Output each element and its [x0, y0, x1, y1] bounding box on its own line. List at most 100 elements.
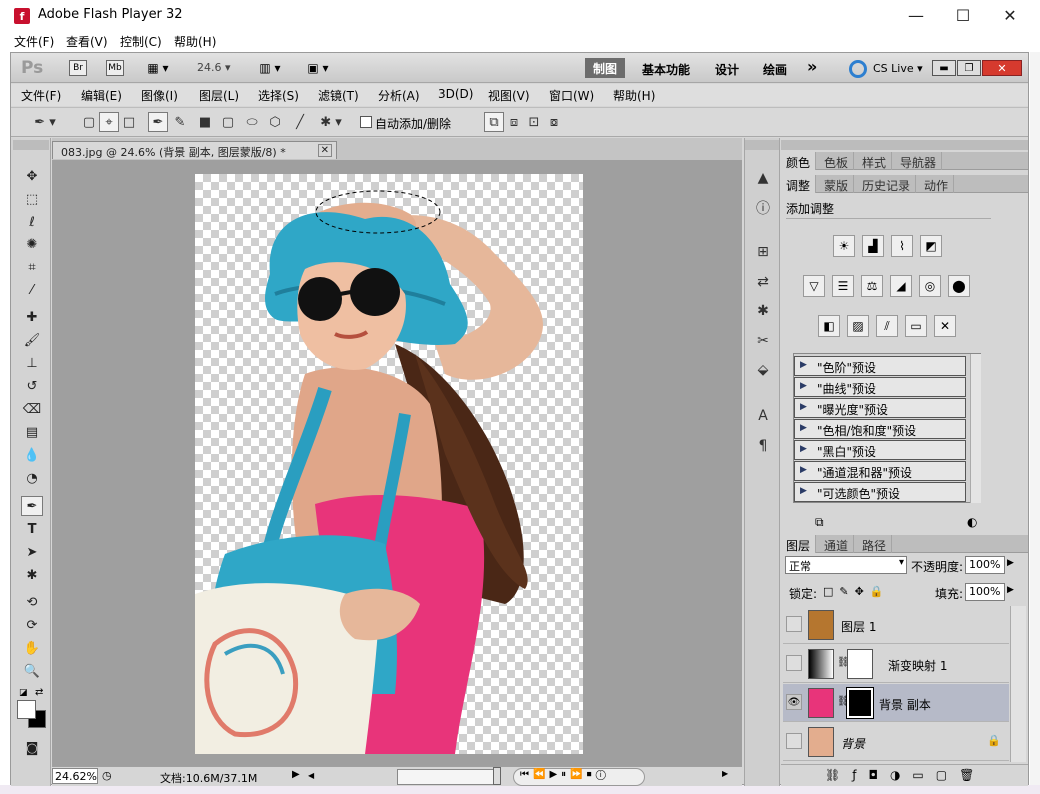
- healing-brush-tool-icon[interactable]: ✚: [21, 307, 43, 327]
- menu-analysis[interactable]: 分析(A): [378, 87, 420, 104]
- ps-minimize-button[interactable]: ▬: [932, 60, 956, 76]
- custom-shape-icon[interactable]: ✱ ▾: [314, 112, 348, 132]
- maximize-button[interactable]: ☐: [945, 4, 981, 26]
- paragraph-panel-icon[interactable]: ¶: [753, 436, 773, 456]
- tab-masks[interactable]: 蒙版: [819, 175, 855, 193]
- close-tab-icon[interactable]: ✕: [317, 144, 332, 157]
- rounded-rectangle-icon[interactable]: ▢: [218, 112, 238, 132]
- tab-adjustments[interactable]: 调整: [781, 175, 817, 193]
- shape-tool-icon[interactable]: ✱: [21, 565, 43, 585]
- levels-icon[interactable]: ▟: [862, 235, 884, 257]
- threshold-icon[interactable]: ⫽: [876, 315, 898, 337]
- gradient-map-icon[interactable]: ▭: [905, 315, 927, 337]
- polygon-shape-icon[interactable]: ⬡: [265, 112, 285, 132]
- path-combine-add-icon[interactable]: ⧉: [484, 112, 504, 132]
- tab-layers[interactable]: 图层: [781, 535, 817, 553]
- photo-filter-icon[interactable]: ◎: [919, 275, 941, 297]
- flash-playback-controls[interactable]: ⏮⏪▶⏸⏩⏹ⓘ: [513, 768, 645, 786]
- histogram-icon[interactable]: ▲: [753, 168, 773, 188]
- status-menu-arrow[interactable]: ▶: [292, 769, 300, 780]
- preset-channel-mixer[interactable]: "通道混和器"预设: [794, 461, 966, 481]
- path-intersect-icon[interactable]: ⊡: [524, 112, 544, 132]
- workspace-painting[interactable]: 绘画: [763, 61, 787, 78]
- workspace-essentials[interactable]: 基本功能: [642, 61, 690, 78]
- menu-image[interactable]: 图像(I): [141, 87, 178, 104]
- view-extras-dropdown[interactable]: ▦ ▾: [141, 60, 175, 76]
- move-tool-icon[interactable]: ✥: [21, 166, 43, 186]
- swap-colors-icon[interactable]: ⇄: [35, 687, 43, 698]
- default-colors-icon[interactable]: ◪: [19, 688, 28, 698]
- lock-icons[interactable]: □✎✥🔒: [823, 585, 890, 598]
- preset-exposure[interactable]: "曝光度"预设: [794, 398, 966, 418]
- document-tab[interactable]: 083.jpg @ 24.6% (背景 副本, 图层蒙版/8) * ✕: [52, 141, 337, 159]
- return-to-adjustment-list-icon[interactable]: ⧉: [815, 515, 824, 530]
- curves-icon[interactable]: ⌇: [891, 235, 913, 257]
- presets-scrollbar[interactable]: [970, 354, 981, 503]
- visibility-toggle[interactable]: [786, 655, 802, 671]
- lasso-tool-icon[interactable]: ℓ: [21, 212, 43, 232]
- brushes-icon[interactable]: ✱: [753, 301, 773, 321]
- scroll-left-arrow[interactable]: ◀: [308, 771, 320, 783]
- fill-slider-arrow[interactable]: ▶: [1007, 585, 1014, 595]
- menu-file[interactable]: 文件(F): [21, 87, 61, 104]
- arrange-documents-dropdown[interactable]: ▥ ▾: [253, 60, 287, 76]
- path-selection-tool-icon[interactable]: ➤: [21, 542, 43, 562]
- visibility-toggle[interactable]: [786, 733, 802, 749]
- crop-tool-icon[interactable]: ⌗: [21, 257, 43, 277]
- posterize-icon[interactable]: ▨: [847, 315, 869, 337]
- tab-history[interactable]: 历史记录: [857, 175, 917, 193]
- workspace-drawing[interactable]: 制图: [585, 58, 625, 78]
- path-subtract-icon[interactable]: ⧈: [504, 112, 524, 132]
- workspace-design[interactable]: 设计: [715, 61, 739, 78]
- brush-tool-icon[interactable]: 🖌: [21, 330, 43, 350]
- dodge-tool-icon[interactable]: ◔: [21, 468, 43, 488]
- eye-icon[interactable]: 👁: [786, 694, 802, 710]
- screen-mode-dropdown[interactable]: ▣ ▾: [301, 60, 335, 76]
- layer-row[interactable]: ⛓ 渐变映射 1: [783, 645, 1009, 683]
- preset-selective-color[interactable]: "可选颜色"预设: [794, 482, 966, 502]
- close-button[interactable]: ✕: [992, 4, 1028, 26]
- opacity-slider-arrow[interactable]: ▶: [1007, 558, 1014, 568]
- flash-menu-view[interactable]: 查看(V): [66, 33, 108, 50]
- zoom-percentage-field[interactable]: 24.62%: [52, 768, 98, 784]
- image-canvas[interactable]: [195, 174, 583, 754]
- layer-row[interactable]: 图层 1: [783, 606, 1009, 644]
- preset-curves[interactable]: "曲线"预设: [794, 377, 966, 397]
- shape-layers-icon[interactable]: ▢: [79, 112, 99, 132]
- layers-footer-buttons[interactable]: ⛓ƒ◘◑▭▢🗑: [781, 764, 1028, 786]
- tab-paths[interactable]: 路径: [857, 535, 893, 553]
- mini-bridge-button[interactable]: Mb: [106, 60, 124, 76]
- layer-row[interactable]: 背景 🔒: [783, 723, 1009, 761]
- preset-hue-saturation[interactable]: "色相/饱和度"预设: [794, 419, 966, 439]
- visibility-toggle[interactable]: [786, 616, 802, 632]
- tab-navigator[interactable]: 导航器: [895, 152, 943, 170]
- menu-filter[interactable]: 滤镜(T): [318, 87, 359, 104]
- minimize-button[interactable]: —: [898, 4, 934, 26]
- menu-layer[interactable]: 图层(L): [199, 87, 239, 104]
- invert-icon[interactable]: ◧: [818, 315, 840, 337]
- tab-actions[interactable]: 动作: [919, 175, 955, 193]
- flash-menu-help[interactable]: 帮助(H): [174, 33, 216, 50]
- paths-mode-icon[interactable]: ⌖: [99, 112, 119, 132]
- exposure-icon[interactable]: ◩: [920, 235, 942, 257]
- path-exclude-icon[interactable]: ⧇: [544, 112, 564, 132]
- brightness-contrast-icon[interactable]: ☀: [833, 235, 855, 257]
- tool-preset-picker[interactable]: ✒ ▾: [27, 112, 63, 132]
- layers-scrollbar[interactable]: [1010, 606, 1026, 762]
- quick-mask-icon[interactable]: ◙: [21, 738, 43, 758]
- freeform-pen-option-icon[interactable]: ✎: [170, 112, 190, 132]
- cs-live-menu[interactable]: CS Live ▾: [873, 62, 923, 75]
- more-workspaces-button[interactable]: »: [807, 57, 817, 76]
- foreground-color-swatch[interactable]: [17, 700, 36, 719]
- pen-tool-icon[interactable]: ✒: [21, 496, 43, 516]
- character-panel-icon[interactable]: A: [753, 406, 773, 426]
- eraser-tool-icon[interactable]: ⌫: [21, 399, 43, 419]
- color-balance-icon[interactable]: ⚖: [861, 275, 883, 297]
- flash-menu-control[interactable]: 控制(C): [120, 33, 162, 50]
- layer-row-active[interactable]: 👁 ⛓ 背景 副本: [783, 684, 1009, 722]
- 3d-orbit-tool-icon[interactable]: ⟳: [21, 615, 43, 635]
- blur-tool-icon[interactable]: 💧: [21, 445, 43, 465]
- type-tool-icon[interactable]: T: [21, 519, 43, 539]
- flash-seek-slider[interactable]: [397, 769, 501, 785]
- menu-window[interactable]: 窗口(W): [549, 87, 594, 104]
